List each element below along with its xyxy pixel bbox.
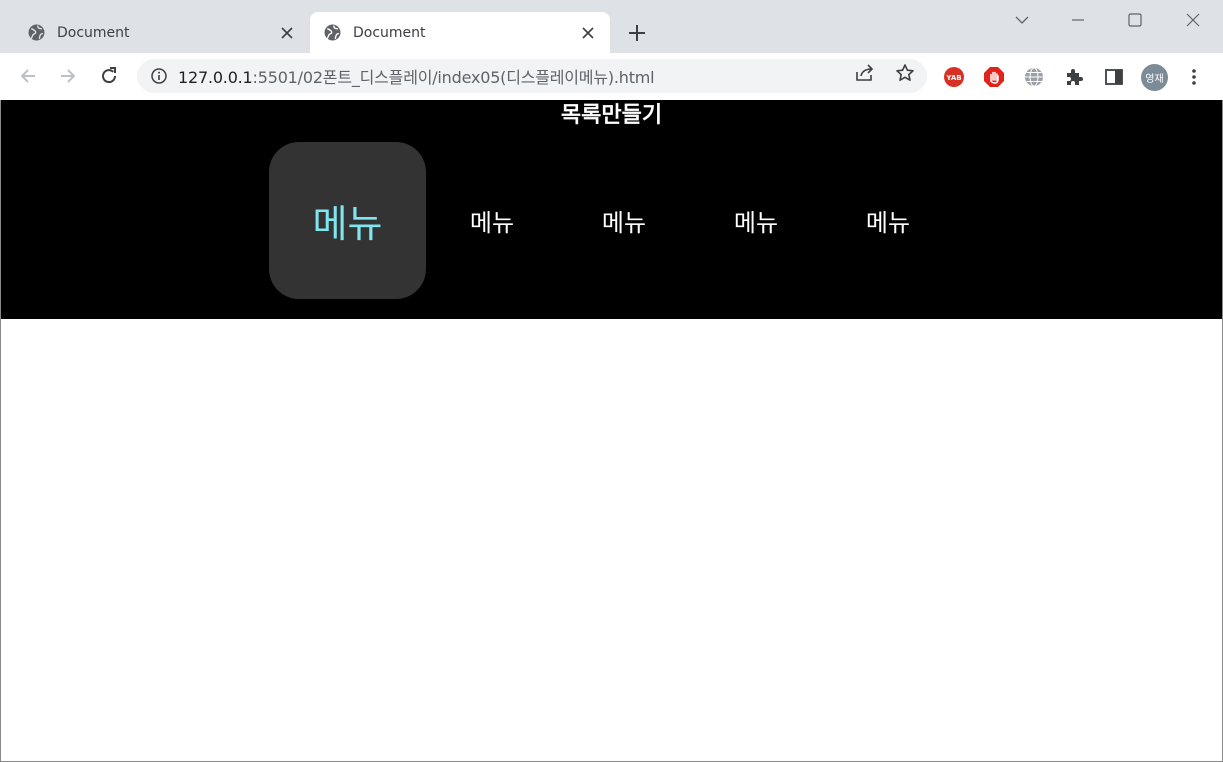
close-icon [1186, 13, 1200, 27]
share-icon [856, 64, 874, 81]
maximize-button[interactable] [1121, 6, 1149, 34]
url-text[interactable]: 127.0.0.1:5501/02폰트_디스플레이/index05(디스플레이메… [178, 64, 655, 88]
plus-icon [629, 25, 645, 41]
sidepanel-icon [1105, 69, 1123, 85]
svg-text:YAB: YAB [945, 74, 961, 82]
forward-button[interactable] [53, 61, 83, 91]
browser-menu-button[interactable] [1182, 65, 1206, 89]
close-window-button[interactable] [1179, 6, 1207, 34]
globe-extension-button[interactable] [1022, 65, 1046, 89]
info-icon[interactable] [150, 67, 168, 85]
globe-icon [323, 24, 341, 42]
arrow-right-icon [61, 69, 76, 83]
adblock-icon [984, 67, 1004, 87]
maximize-icon [1128, 13, 1142, 27]
arrow-left-icon [20, 69, 35, 83]
close-icon[interactable] [277, 23, 297, 43]
globe-icon [27, 24, 45, 42]
new-tab-button[interactable] [624, 20, 650, 46]
close-icon[interactable] [578, 23, 598, 43]
tab-strip: Document Document [0, 0, 1223, 53]
globe-icon [1025, 67, 1043, 87]
minimize-icon [1072, 19, 1084, 21]
share-button[interactable] [853, 61, 877, 85]
back-button[interactable] [13, 61, 43, 91]
browser-tab[interactable]: Document [14, 12, 309, 53]
browser-toolbar: 127.0.0.1:5501/02폰트_디스플레이/index05(디스플레이메… [0, 53, 1223, 101]
puzzle-icon [1067, 69, 1083, 85]
menu-item-2[interactable]: 메뉴 [426, 142, 558, 299]
tab-title: Document [353, 24, 426, 41]
minimize-button[interactable] [1064, 6, 1092, 34]
side-panel-button[interactable] [1102, 65, 1126, 89]
browser-tab-active[interactable]: Document [310, 12, 610, 53]
star-icon [896, 64, 914, 81]
menu-item-4[interactable]: 메뉴 [690, 142, 822, 299]
more-vert-icon [1192, 69, 1196, 85]
page-viewport: 목록만들기 메뉴 메뉴 메뉴 메뉴 메뉴 [1, 100, 1222, 761]
profile-avatar[interactable]: 영재 [1141, 64, 1168, 91]
page-header: 목록만들기 메뉴 메뉴 메뉴 메뉴 메뉴 [1, 100, 1222, 319]
nav-menu: 메뉴 메뉴 메뉴 메뉴 메뉴 [269, 142, 954, 299]
bookmark-button[interactable] [893, 61, 917, 85]
url-path: :5501/02폰트_디스플레이/index05(디스플레이메뉴).html [252, 68, 655, 87]
address-bar[interactable]: 127.0.0.1:5501/02폰트_디스플레이/index05(디스플레이메… [137, 59, 927, 93]
chevron-down-icon [1015, 16, 1029, 24]
url-host: 127.0.0.1 [178, 68, 253, 87]
tab-search-button[interactable] [1008, 6, 1036, 34]
window-border [0, 100, 1, 762]
yab-extension-button[interactable]: YAB [942, 65, 966, 89]
tab-title: Document [57, 24, 130, 41]
reload-button[interactable] [94, 61, 124, 91]
menu-item-3[interactable]: 메뉴 [558, 142, 690, 299]
menu-item-5[interactable]: 메뉴 [822, 142, 954, 299]
yab-icon: YAB [944, 67, 964, 87]
extensions-button[interactable] [1062, 65, 1086, 89]
adblock-extension-button[interactable] [982, 65, 1006, 89]
menu-item-1[interactable]: 메뉴 [269, 142, 426, 299]
reload-icon [102, 67, 117, 84]
page-title: 목록만들기 [560, 103, 663, 128]
